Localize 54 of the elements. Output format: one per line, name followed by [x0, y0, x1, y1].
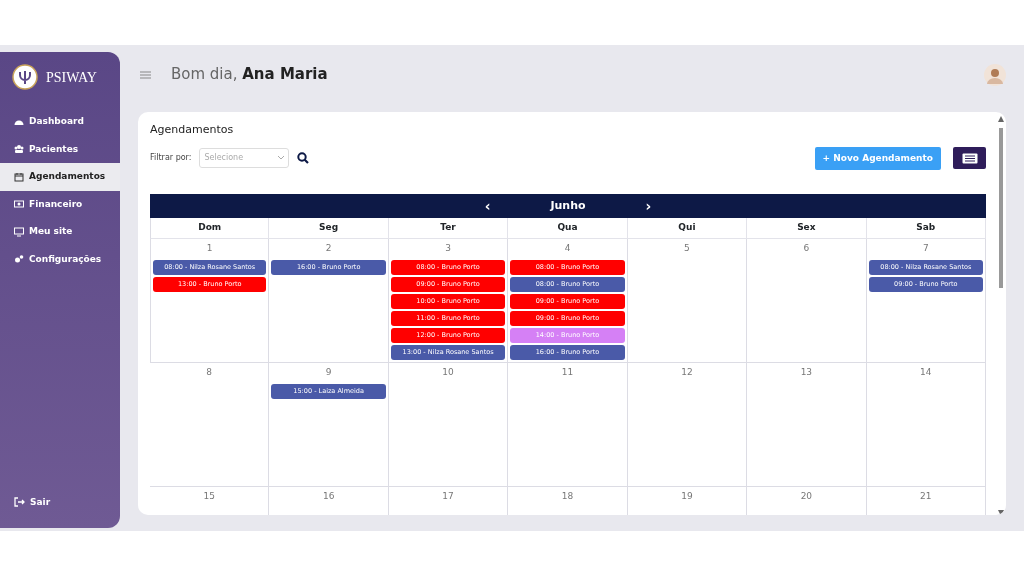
sidebar-item[interactable]: Configurações: [0, 245, 120, 273]
day-number: 19: [680, 489, 694, 503]
day-number: 2: [324, 241, 333, 255]
card-title: Agendamentos: [150, 122, 235, 138]
scrollbar[interactable]: [998, 116, 1004, 515]
day-number: 1: [205, 241, 214, 255]
greeting-text: Bom dia, Ana Maria: [171, 64, 328, 86]
sidebar-item[interactable]: Pacientes: [0, 135, 120, 163]
day-number: 14: [919, 365, 933, 379]
day-number: 12: [680, 365, 694, 379]
day-number: 20: [799, 489, 814, 503]
weekday-header: Qui: [627, 218, 748, 239]
weekday-header: Seg: [269, 218, 389, 239]
month-title: Junho: [550, 197, 586, 214]
day-number: 9: [324, 365, 333, 379]
sidebar-item[interactable]: Meu site: [0, 218, 120, 246]
monitor-icon: [14, 226, 24, 237]
day-number: 8: [205, 365, 214, 379]
search-icon[interactable]: [297, 152, 310, 165]
sidebar-item[interactable]: Financeiro: [0, 190, 120, 218]
day-number: 21: [919, 489, 933, 503]
logout-link[interactable]: Sair: [0, 488, 120, 516]
day-number: 10: [441, 365, 455, 379]
day-number: 17: [441, 489, 455, 503]
brand-name: PSIWAY: [46, 68, 97, 87]
chevron-down-icon: [278, 156, 285, 161]
day-number: 13: [799, 365, 814, 379]
menu-icon[interactable]: [140, 70, 151, 79]
day-number: 3: [444, 241, 452, 255]
weekday-header: Qua: [508, 218, 628, 239]
calendar-icon: [14, 171, 24, 182]
sidebar-item[interactable]: Dashboard: [0, 108, 120, 136]
logout-icon: [14, 497, 25, 508]
day-number: 18: [560, 489, 575, 503]
logo-icon: [12, 64, 38, 90]
weekday-header: Dom: [150, 218, 270, 239]
weekday-header: Ter: [388, 218, 509, 239]
previous-month-button[interactable]: ‹: [474, 199, 501, 213]
list-view-button[interactable]: [953, 147, 986, 170]
day-number: 11: [560, 365, 575, 379]
day-number: 7: [921, 241, 930, 255]
weekday-header: Sab: [866, 218, 986, 239]
day-number: 16: [321, 489, 336, 503]
sidebar-item[interactable]: Agendamentos: [0, 163, 120, 191]
day-number: 15: [202, 489, 216, 503]
next-month-button[interactable]: ›: [635, 199, 662, 213]
banknote-icon: [14, 199, 24, 210]
weekday-header: Sex: [747, 218, 867, 239]
list-icon: [961, 152, 978, 164]
day-number: 6: [802, 241, 811, 255]
filter-label: Filtrar por:: [150, 152, 192, 165]
day-number: 5: [683, 241, 691, 255]
avatar-icon[interactable]: [984, 63, 1006, 86]
day-number: 4: [563, 241, 572, 255]
